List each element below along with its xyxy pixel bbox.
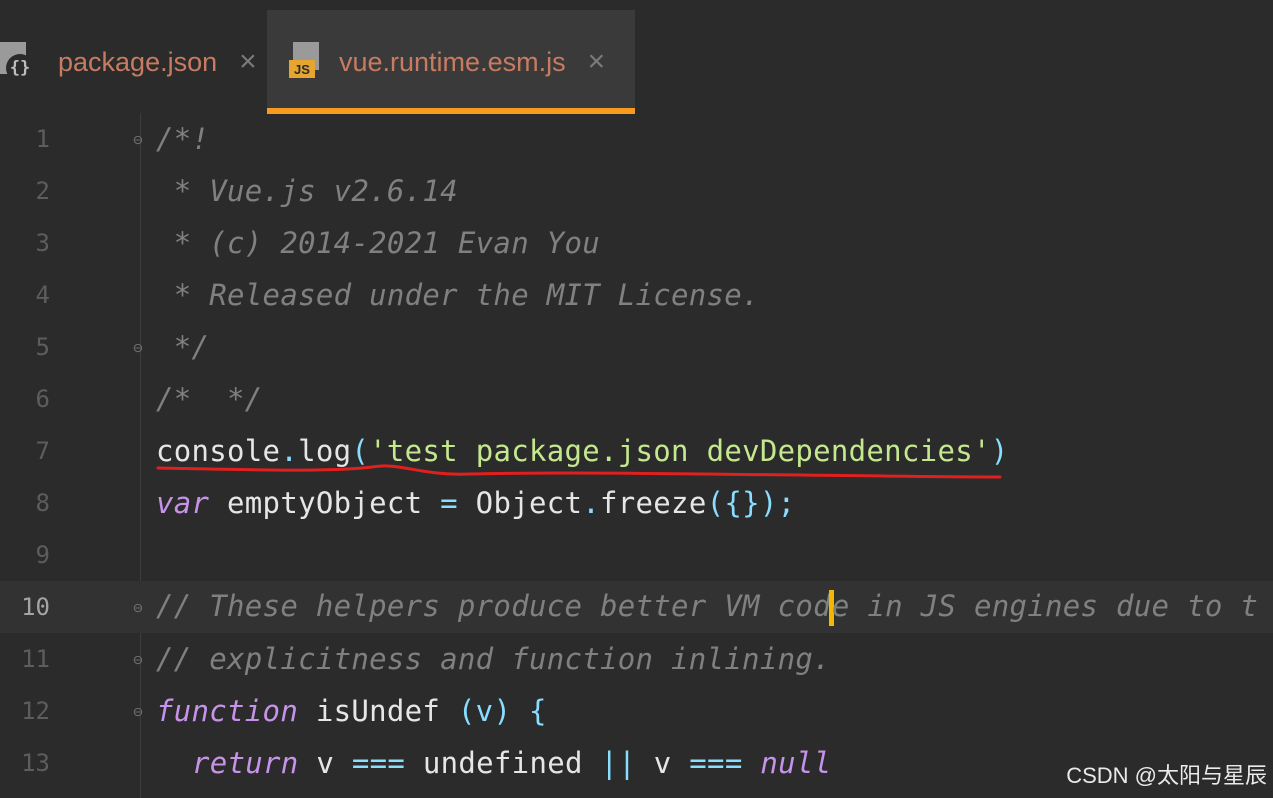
code-text: return v === undefined || v === null	[192, 746, 832, 780]
code-text: console.log('test package.json devDepend…	[156, 434, 1009, 468]
line-number: 10	[21, 593, 50, 621]
editor-tab-bar: {} package.json × JS vue.runtime.esm.js …	[0, 0, 1273, 114]
code-text: // These helpers produce better VM code …	[156, 589, 1258, 626]
code-line[interactable]: 2 * Vue.js v2.6.14	[0, 165, 1273, 217]
line-number: 5	[35, 333, 50, 361]
code-text: */	[156, 330, 210, 364]
code-line[interactable]: 3 * (c) 2014-2021 Evan You	[0, 217, 1273, 269]
line-number: 1	[35, 125, 50, 153]
close-icon[interactable]: ×	[588, 45, 606, 79]
fold-icon[interactable]: ⊖	[130, 701, 146, 721]
code-line[interactable]: 8 var emptyObject = Object.freeze({});	[0, 477, 1273, 529]
line-number: 13	[21, 749, 50, 777]
code-text: * (c) 2014-2021 Evan You	[156, 226, 600, 260]
fold-icon[interactable]: ⊖	[130, 337, 146, 357]
code-text: function isUndef (v) {	[156, 694, 547, 728]
json-file-icon: {}	[0, 42, 34, 82]
js-file-icon: JS	[289, 42, 323, 82]
code-editor[interactable]: 1 ⊖ /*! 2 * Vue.js v2.6.14 3 * (c) 2014-…	[0, 113, 1273, 798]
code-text: /* */	[156, 382, 263, 416]
tab-label: vue.runtime.esm.js	[339, 46, 566, 77]
close-icon[interactable]: ×	[239, 45, 257, 79]
code-line[interactable]: 11 ⊖ // explicitness and function inlini…	[0, 633, 1273, 685]
code-line[interactable]: 9	[0, 529, 1273, 581]
code-line-current[interactable]: 10 ⊖ // These helpers produce better VM …	[0, 581, 1273, 633]
code-text: var emptyObject = Object.freeze({});	[156, 486, 796, 520]
code-text: * Released under the MIT License.	[156, 278, 760, 312]
line-number: 9	[35, 541, 50, 569]
line-number: 4	[35, 281, 50, 309]
fold-icon[interactable]: ⊖	[130, 597, 146, 617]
line-number: 3	[35, 229, 50, 257]
fold-icon[interactable]: ⊖	[130, 129, 146, 149]
tab-package-json[interactable]: {} package.json ×	[0, 10, 262, 114]
code-line[interactable]: 5 ⊖ */	[0, 321, 1273, 373]
line-number: 2	[35, 177, 50, 205]
code-line[interactable]: 7 console.log('test package.json devDepe…	[0, 425, 1273, 477]
code-text: // explicitness and function inlining.	[156, 642, 831, 676]
code-text: /*!	[156, 122, 210, 156]
line-number: 11	[21, 645, 50, 673]
tab-label: package.json	[58, 46, 218, 77]
code-line[interactable]: 6 /* */	[0, 373, 1273, 425]
code-line[interactable]: 4 * Released under the MIT License.	[0, 269, 1273, 321]
watermark: CSDN @太阳与星辰	[1066, 763, 1267, 788]
code-line[interactable]: 12 ⊖ function isUndef (v) {	[0, 685, 1273, 737]
line-number: 6	[35, 385, 50, 413]
code-text: * Vue.js v2.6.14	[156, 174, 458, 208]
line-number: 8	[35, 489, 50, 517]
fold-icon[interactable]: ⊖	[130, 649, 146, 669]
line-number: 12	[21, 697, 50, 725]
line-number: 7	[35, 437, 50, 465]
code-line[interactable]: 1 ⊖ /*!	[0, 113, 1273, 165]
tab-vue-runtime-esm-js[interactable]: JS vue.runtime.esm.js ×	[267, 10, 635, 114]
